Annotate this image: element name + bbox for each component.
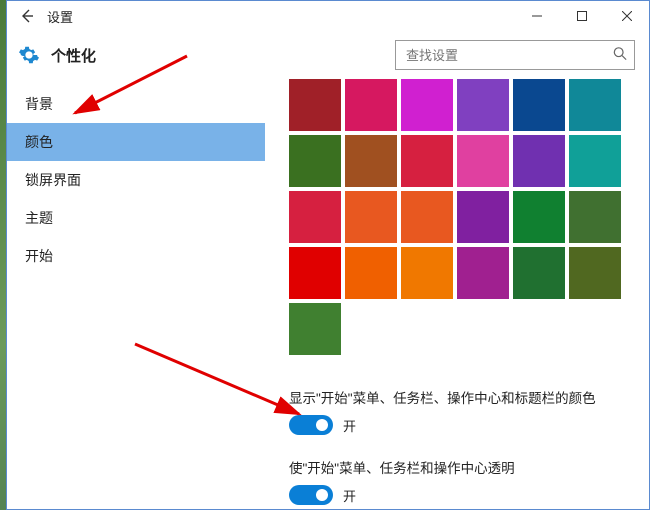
setting-label: 使"开始"菜单、任务栏和操作中心透明	[289, 457, 633, 477]
sidebar-item-4[interactable]: 开始	[7, 237, 265, 275]
page-title: 个性化	[51, 45, 96, 66]
search-input[interactable]	[395, 40, 635, 70]
color-swatch[interactable]	[345, 191, 397, 243]
color-swatch[interactable]	[457, 135, 509, 187]
color-swatch[interactable]	[513, 191, 565, 243]
color-swatch[interactable]	[569, 247, 621, 299]
color-swatch[interactable]	[457, 247, 509, 299]
sidebar: 背景颜色锁屏界面主题开始	[7, 79, 265, 509]
window-title: 设置	[47, 7, 73, 26]
toggle-row: 开	[289, 415, 633, 435]
color-swatch[interactable]	[289, 303, 341, 355]
color-swatch-grid	[289, 79, 633, 355]
color-swatch[interactable]	[401, 247, 453, 299]
toggle-transparent[interactable]	[289, 485, 333, 505]
color-swatch[interactable]	[513, 79, 565, 131]
color-swatch[interactable]	[401, 135, 453, 187]
close-button[interactable]	[604, 1, 649, 31]
color-swatch[interactable]	[569, 79, 621, 131]
color-swatch[interactable]	[513, 247, 565, 299]
header: 个性化	[7, 31, 649, 79]
maximize-button[interactable]	[559, 1, 604, 31]
toggle-state: 开	[343, 416, 356, 435]
toggle-show-color[interactable]	[289, 415, 333, 435]
color-swatch[interactable]	[289, 135, 341, 187]
setting-label: 显示"开始"菜单、任务栏、操作中心和标题栏的颜色	[289, 387, 633, 407]
body: 背景颜色锁屏界面主题开始 显示"开始"菜单、任务栏、操作中心和标题栏的颜色 开 …	[7, 79, 649, 509]
toggle-row: 开	[289, 485, 633, 505]
content: 显示"开始"菜单、任务栏、操作中心和标题栏的颜色 开 使"开始"菜单、任务栏和操…	[265, 79, 649, 509]
setting-transparent: 使"开始"菜单、任务栏和操作中心透明 开	[289, 457, 633, 505]
gear-icon	[17, 43, 41, 67]
color-swatch[interactable]	[289, 191, 341, 243]
color-swatch[interactable]	[289, 247, 341, 299]
toggle-state: 开	[343, 486, 356, 505]
setting-show-color: 显示"开始"菜单、任务栏、操作中心和标题栏的颜色 开	[289, 387, 633, 435]
color-swatch[interactable]	[569, 191, 621, 243]
minimize-button[interactable]	[514, 1, 559, 31]
back-button[interactable]	[7, 1, 47, 31]
sidebar-item-1[interactable]: 颜色	[7, 123, 265, 161]
sidebar-item-3[interactable]: 主题	[7, 199, 265, 237]
color-swatch[interactable]	[289, 79, 341, 131]
color-swatch[interactable]	[401, 79, 453, 131]
color-swatch[interactable]	[401, 191, 453, 243]
sidebar-item-0[interactable]: 背景	[7, 85, 265, 123]
color-swatch[interactable]	[345, 247, 397, 299]
color-swatch[interactable]	[513, 135, 565, 187]
color-swatch[interactable]	[345, 79, 397, 131]
color-swatch[interactable]	[457, 79, 509, 131]
color-swatch[interactable]	[345, 135, 397, 187]
arrow-left-icon	[19, 8, 35, 24]
search-wrap	[395, 40, 635, 70]
window-controls	[514, 1, 649, 31]
titlebar: 设置	[7, 1, 649, 31]
color-swatch[interactable]	[457, 191, 509, 243]
color-swatch[interactable]	[569, 135, 621, 187]
sidebar-item-2[interactable]: 锁屏界面	[7, 161, 265, 199]
settings-window: 设置 个性化 背景颜色锁屏界面主题开始 显示"开始"菜单、任务栏、操作中心和标题…	[6, 0, 650, 510]
